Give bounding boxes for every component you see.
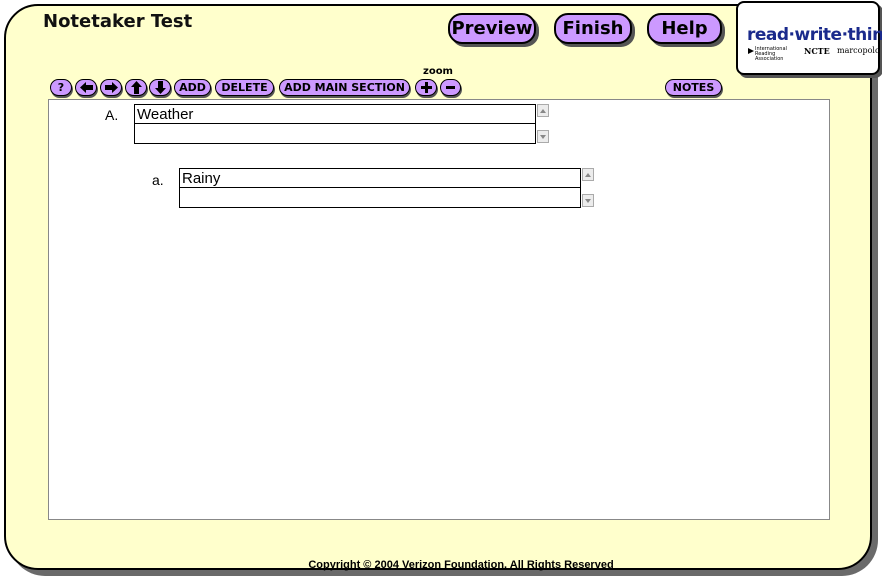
- scroll-down-button[interactable]: [582, 194, 594, 207]
- subsection-field: [179, 168, 595, 208]
- outline-workspace[interactable]: [48, 99, 830, 520]
- zoom-in-button[interactable]: [415, 79, 437, 96]
- help-question-button[interactable]: ?: [50, 79, 72, 96]
- zoom-label: zoom: [423, 66, 453, 77]
- help-button[interactable]: Help: [647, 13, 722, 44]
- arrow-up-icon: [130, 81, 142, 94]
- chevron-up-icon: [585, 172, 591, 177]
- section-title-input[interactable]: [134, 104, 536, 124]
- chevron-down-icon: [540, 134, 546, 139]
- section-letter: A.: [105, 107, 119, 123]
- chevron-up-icon: [540, 108, 546, 113]
- question-icon: ?: [57, 81, 65, 94]
- section-notes-input[interactable]: [134, 123, 536, 144]
- scroll-down-button[interactable]: [537, 130, 549, 143]
- arrow-left-icon: [79, 82, 93, 93]
- copyright-text: Copyright © 2004 Verizon Foundation. All…: [308, 559, 614, 571]
- chevron-down-icon: [585, 198, 591, 203]
- move-up-button[interactable]: [125, 79, 147, 96]
- zoom-in-icon: [420, 82, 432, 93]
- app-title: Notetaker Test: [43, 11, 193, 32]
- section-field: [134, 104, 550, 144]
- arrow-right-icon: [104, 82, 118, 93]
- ira-arrow-icon: [748, 48, 754, 54]
- add-button[interactable]: ADD: [174, 79, 211, 96]
- add-main-section-button[interactable]: ADD MAIN SECTION: [279, 79, 410, 96]
- arrow-down-icon: [154, 81, 166, 94]
- readwritethink-logo[interactable]: read·write·think International Reading A…: [736, 1, 882, 75]
- logo-ncte: NCTE: [804, 46, 830, 56]
- finish-button[interactable]: Finish: [554, 13, 632, 44]
- zoom-out-button[interactable]: [440, 79, 461, 96]
- scroll-up-button[interactable]: [537, 104, 549, 117]
- subsection-notes-input[interactable]: [179, 187, 581, 208]
- zoom-out-icon: [446, 86, 455, 89]
- move-down-button[interactable]: [149, 79, 171, 96]
- logo-wordmark: read·write·think: [747, 25, 882, 45]
- move-right-button[interactable]: [100, 79, 122, 96]
- subsection-letter: a.: [152, 172, 164, 188]
- delete-button[interactable]: DELETE: [215, 79, 274, 96]
- notes-button[interactable]: NOTES: [665, 79, 722, 96]
- logo-marcopolo: marcopolo: [837, 46, 880, 55]
- scroll-up-button[interactable]: [582, 168, 594, 181]
- move-left-button[interactable]: [75, 79, 97, 96]
- preview-button[interactable]: Preview: [448, 13, 536, 44]
- logo-ira-text: International Reading Association: [755, 46, 787, 62]
- subsection-title-input[interactable]: [179, 168, 581, 188]
